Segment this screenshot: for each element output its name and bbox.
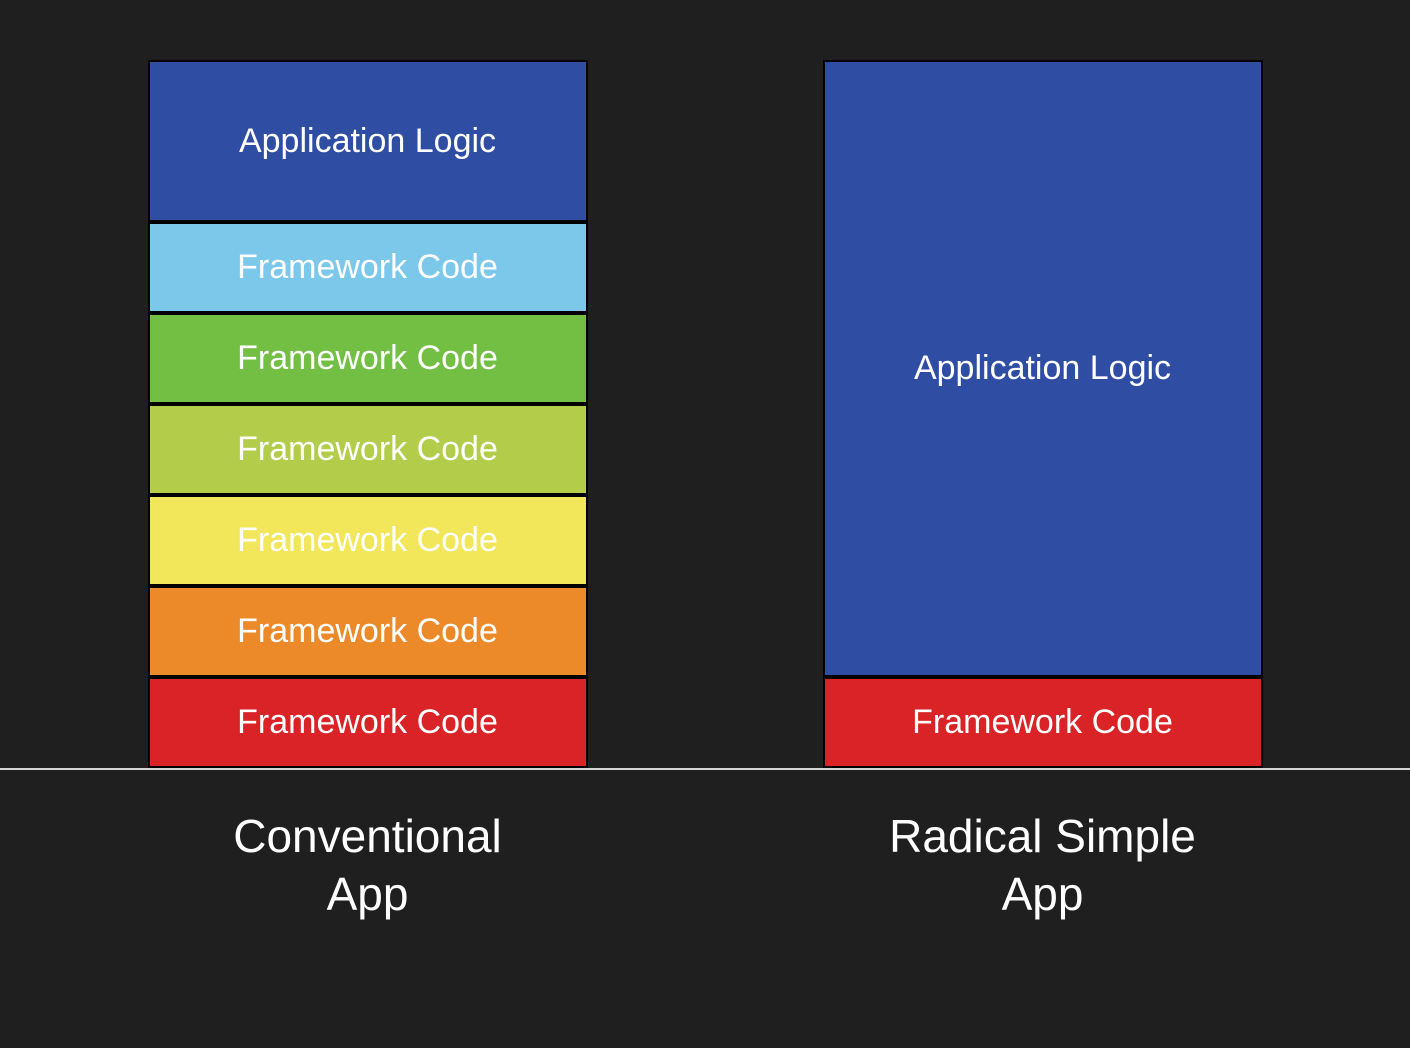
conventional-layer-framework-2: Framework Code [148, 313, 588, 404]
conventional-layer-framework-6: Framework Code [148, 677, 588, 768]
labels-row: ConventionalApp Radical SimpleApp [0, 808, 1410, 923]
radical-label: Radical SimpleApp [823, 808, 1263, 923]
radical-layer-app-logic: Application Logic [823, 60, 1263, 677]
conventional-label: ConventionalApp [148, 808, 588, 923]
radical-layer-framework-1: Framework Code [823, 677, 1263, 768]
baseline-divider [0, 768, 1410, 770]
conventional-layer-framework-1: Framework Code [148, 222, 588, 313]
conventional-layer-app-logic: Application Logic [148, 60, 588, 222]
diagram-container: Application Logic Framework Code Framewo… [0, 0, 1410, 768]
conventional-layer-framework-5: Framework Code [148, 586, 588, 677]
conventional-stack: Application Logic Framework Code Framewo… [148, 60, 588, 768]
conventional-layer-framework-3: Framework Code [148, 404, 588, 495]
radical-stack: Application Logic Framework Code [823, 60, 1263, 768]
conventional-layer-framework-4: Framework Code [148, 495, 588, 586]
